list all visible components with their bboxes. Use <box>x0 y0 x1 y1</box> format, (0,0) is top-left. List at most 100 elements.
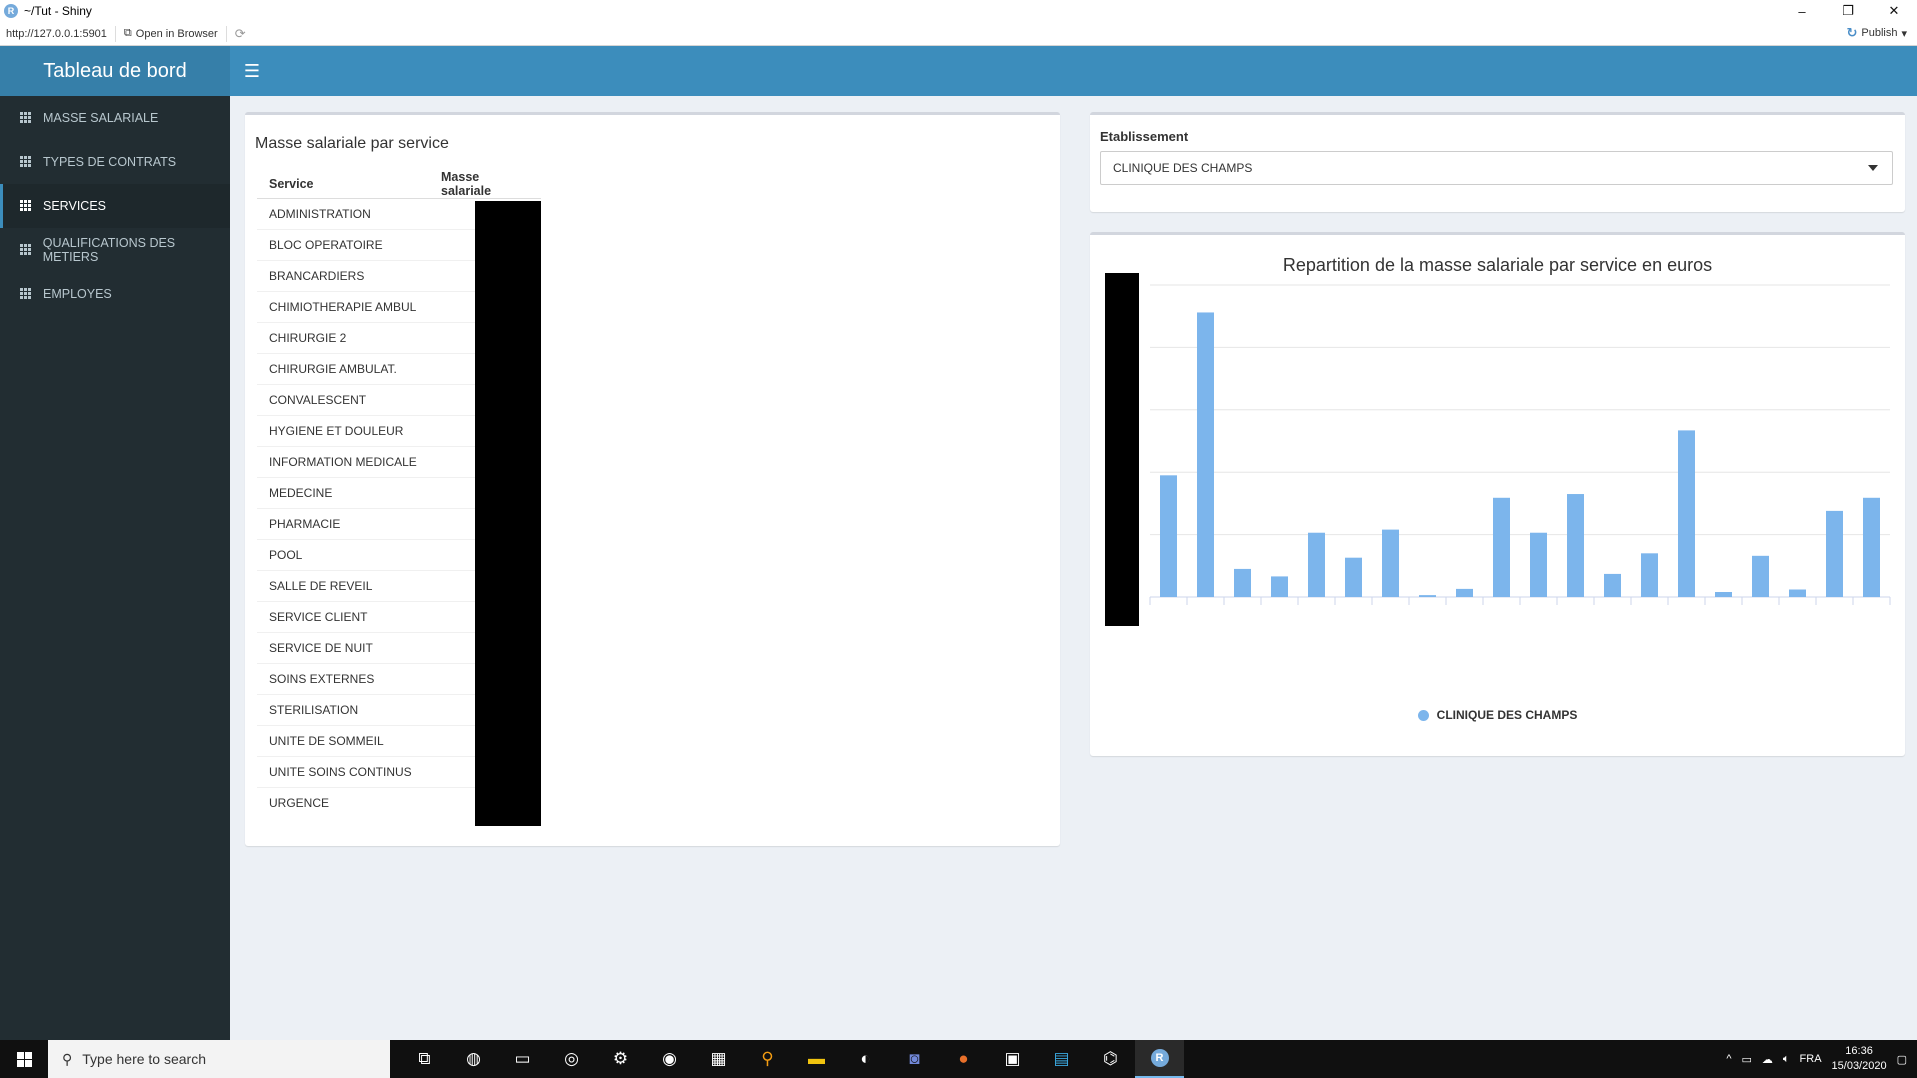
chart-bar[interactable] <box>1678 430 1695 597</box>
column-header-masse-salariale[interactable]: Masse salariale <box>441 170 541 199</box>
redacted-y-axis-labels <box>1105 273 1139 626</box>
network-tool-icon[interactable]: ⌬ <box>1086 1040 1135 1078</box>
archive-icon[interactable]: ▦ <box>694 1040 743 1078</box>
tank-icon[interactable]: ⚙ <box>596 1040 645 1078</box>
chart-bar[interactable] <box>1752 555 1769 597</box>
rstudio-icon[interactable]: R <box>1135 1040 1184 1078</box>
chart-bar[interactable] <box>1567 494 1584 597</box>
chart-bar[interactable] <box>1382 529 1399 597</box>
clock-date: 15/03/2020 <box>1831 1060 1887 1072</box>
chart-bar[interactable] <box>1826 510 1843 597</box>
service-name-cell: URGENCE <box>257 787 441 819</box>
chart-bar[interactable] <box>1271 576 1288 597</box>
windows-taskbar: ⚲ Type here to search ⧉ ◍ ▭ ◎ ⚙ ◉ ▦ ⚲ ▬ … <box>0 1040 1917 1078</box>
chart-bar[interactable] <box>1789 589 1806 597</box>
task-view-icon[interactable]: ⧉ <box>400 1040 449 1078</box>
taskbar-search-placeholder: Type here to search <box>82 1051 207 1067</box>
publish-button[interactable]: ↻ Publish ▾ <box>1846 25 1907 41</box>
viewer-toolbar: http://127.0.0.1:5901 ⧉ Open in Browser … <box>0 22 1917 46</box>
service-name-cell: HYGIENE ET DOULEUR <box>257 415 441 447</box>
search-tool-icon[interactable]: ⚲ <box>743 1040 792 1078</box>
legend-label: CLINIQUE DES CHAMPS <box>1436 708 1578 722</box>
sidebar-item-label: MASSE SALARIALE <box>43 111 159 125</box>
sidebar-item-label: EMPLOYES <box>43 287 112 301</box>
chart-bar[interactable] <box>1604 573 1621 597</box>
start-button[interactable] <box>0 1040 48 1078</box>
windows-logo-icon <box>16 1051 32 1067</box>
chart-bar[interactable] <box>1160 475 1177 597</box>
chart-bar[interactable] <box>1345 557 1362 597</box>
bar-chart <box>1105 273 1891 626</box>
volume-icon[interactable]: 🔈︎ <box>1783 1053 1790 1066</box>
sidebar-item-types-de-contrats[interactable]: TYPES DE CONTRATS <box>0 140 230 184</box>
etablissement-select[interactable]: CLINIQUE DES CHAMPS <box>1100 151 1893 185</box>
app2-icon[interactable]: ▣ <box>988 1040 1037 1078</box>
sidebar-toggle-button[interactable]: ☰ <box>230 46 274 96</box>
chart-bar[interactable] <box>1641 553 1658 597</box>
network-icon[interactable]: ▭ <box>1742 1053 1752 1066</box>
chart-bar[interactable] <box>1715 592 1732 597</box>
chart-bar[interactable] <box>1530 532 1547 597</box>
browser-icon: ⧉ <box>123 27 132 39</box>
taskbar-search[interactable]: ⚲ Type here to search <box>48 1040 390 1078</box>
taskbar-apps: ⧉ ◍ ▭ ◎ ⚙ ◉ ▦ ⚲ ▬ ◐ ◙ ● ▣ ▤ ⌬ R <box>400 1040 1184 1078</box>
service-name-cell: SOINS EXTERNES <box>257 663 441 695</box>
table-icon <box>20 156 33 168</box>
service-name-cell: SERVICE CLIENT <box>257 601 441 633</box>
service-name-cell: PHARMACIE <box>257 508 441 540</box>
media-icon[interactable]: ◉ <box>645 1040 694 1078</box>
app3-icon[interactable]: ▤ <box>1037 1040 1086 1078</box>
steam-icon[interactable]: ◐ <box>841 1040 890 1078</box>
clock[interactable]: 16:36 15/03/2020 <box>1832 1044 1887 1074</box>
open-in-browser-button[interactable]: ⧉ Open in Browser <box>116 25 227 42</box>
sidebar-item-label: QUALIFICATIONS DES METIERS <box>42 236 176 264</box>
service-name-cell: BLOC OPERATOIRE <box>257 229 441 261</box>
chart-bar[interactable] <box>1456 588 1473 597</box>
notifications-icon[interactable]: ▢ <box>1897 1053 1907 1066</box>
refresh-icon[interactable]: ⟳ <box>227 26 254 42</box>
table-box-title: Masse salariale par service <box>255 135 449 152</box>
url-label[interactable]: http://127.0.0.1:5901 <box>0 25 116 42</box>
sidebar-item-qualifications[interactable]: QUALIFICATIONS DES METIERS <box>0 228 230 272</box>
system-tray: ^ ▭ ☁ 🔈︎ FRA 16:36 15/03/2020 ▢ <box>1726 1040 1917 1078</box>
table-icon <box>20 288 33 300</box>
sidebar-item-services[interactable]: SERVICES <box>0 184 230 228</box>
publish-label: Publish <box>1861 27 1898 39</box>
chart-box: Repartition de la masse salariale par se… <box>1090 232 1905 756</box>
chart-bar[interactable] <box>1419 595 1436 597</box>
dashboard-title[interactable]: Tableau de bord <box>0 46 230 96</box>
service-name-cell: CONVALESCENT <box>257 384 441 416</box>
window-titlebar: R ~/Tut - Shiny – ❐ ✕ <box>0 0 1917 22</box>
obs-icon[interactable]: ◎ <box>547 1040 596 1078</box>
close-button[interactable]: ✕ <box>1871 0 1917 22</box>
chart-bar[interactable] <box>1493 497 1510 597</box>
etablissement-selected-value: CLINIQUE DES CHAMPS <box>1113 161 1253 175</box>
folder-icon[interactable]: ▬ <box>792 1040 841 1078</box>
discord-icon[interactable]: ◙ <box>890 1040 939 1078</box>
clock-time: 16:36 <box>1845 1045 1873 1057</box>
column-header-service[interactable]: Service <box>257 170 441 199</box>
chart-bar[interactable] <box>1197 312 1214 597</box>
redacted-values-block <box>475 201 541 826</box>
terminal-icon[interactable]: ▭ <box>498 1040 547 1078</box>
sidebar-item-employes[interactable]: EMPLOYES <box>0 272 230 316</box>
chart-legend[interactable]: CLINIQUE DES CHAMPS <box>1090 708 1905 722</box>
firefox-icon[interactable]: ● <box>939 1040 988 1078</box>
maximize-button[interactable]: ❐ <box>1825 0 1871 22</box>
table-icon <box>20 244 33 256</box>
app-icon[interactable]: ◍ <box>449 1040 498 1078</box>
sidebar-item-masse-salariale[interactable]: MASSE SALARIALE <box>0 96 230 140</box>
sidebar-item-label: TYPES DE CONTRATS <box>43 155 177 169</box>
chart-bar[interactable] <box>1234 568 1251 597</box>
service-name-cell: POOL <box>257 539 441 571</box>
minimize-button[interactable]: – <box>1779 0 1825 22</box>
chart-bar[interactable] <box>1308 532 1325 597</box>
language-indicator[interactable]: FRA <box>1800 1053 1822 1065</box>
search-icon: ⚲ <box>62 1050 73 1067</box>
sidebar: MASSE SALARIALE TYPES DE CONTRATS SERVIC… <box>0 96 230 1040</box>
chart-bar[interactable] <box>1863 497 1880 597</box>
table-box: Masse salariale par service Service Mass… <box>245 112 1060 846</box>
chevron-up-icon[interactable]: ^ <box>1726 1053 1731 1065</box>
caret-down-icon <box>1868 165 1878 171</box>
cloud-icon[interactable]: ☁ <box>1762 1053 1773 1066</box>
